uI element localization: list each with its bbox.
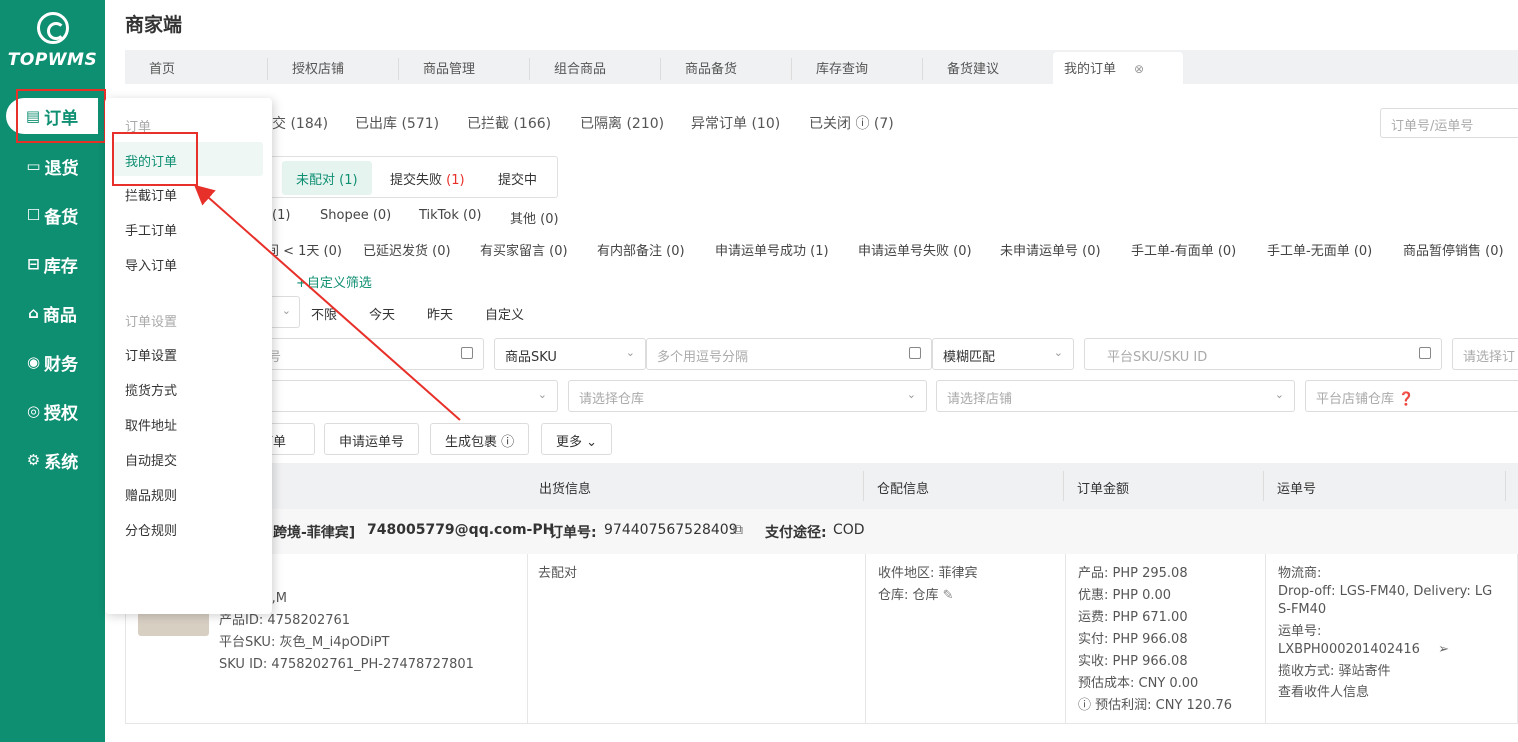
annotation-arrow <box>194 184 461 421</box>
